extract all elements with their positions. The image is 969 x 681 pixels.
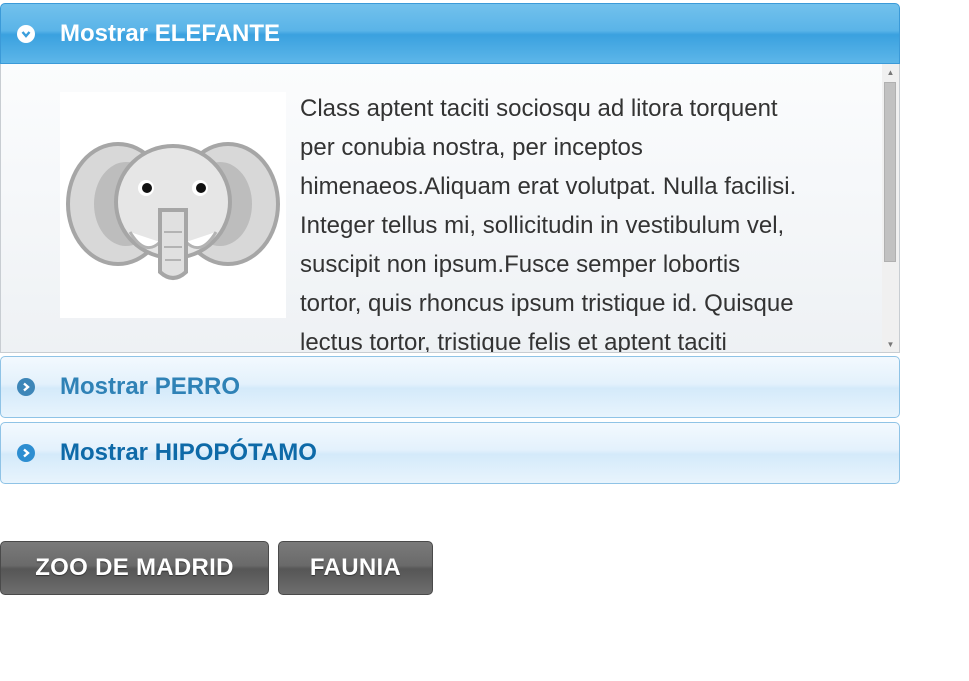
accordion-panel-elefante[interactable]: Class aptent taciti sociosqu ad litora t…: [0, 64, 900, 353]
chevron-right-icon: [17, 444, 35, 462]
panel-content: Class aptent taciti sociosqu ad litora t…: [59, 89, 799, 353]
accordion-header-hipopotamo[interactable]: Mostrar HIPOPÓTAMO: [0, 422, 900, 484]
scroll-down-icon[interactable]: ▼: [882, 336, 899, 352]
accordion-title-perro: Mostrar PERRO: [60, 373, 241, 400]
accordion: Mostrar ELEFANTE Class aptent taciti soc…: [0, 3, 900, 488]
scroll-up-icon[interactable]: ▲: [882, 64, 899, 80]
panel-scrollbar[interactable]: ▲ ▼: [882, 64, 899, 352]
faunia-button[interactable]: FAUNIA: [278, 541, 433, 595]
chevron-right-icon: [17, 378, 35, 396]
scroll-thumb[interactable]: [884, 82, 896, 262]
elephant-icon: [60, 92, 286, 318]
accordion-title-hipopotamo: Mostrar HIPOPÓTAMO: [60, 439, 317, 466]
accordion-title-elefante: Mostrar ELEFANTE: [60, 19, 281, 47]
accordion-header-elefante[interactable]: Mostrar ELEFANTE: [0, 3, 900, 64]
accordion-header-perro[interactable]: Mostrar PERRO: [0, 356, 900, 418]
chevron-down-icon: [17, 24, 35, 43]
panel-text: Class aptent taciti sociosqu ad litora t…: [300, 95, 797, 353]
zoo-de-madrid-button[interactable]: ZOO DE MADRID: [0, 541, 269, 595]
